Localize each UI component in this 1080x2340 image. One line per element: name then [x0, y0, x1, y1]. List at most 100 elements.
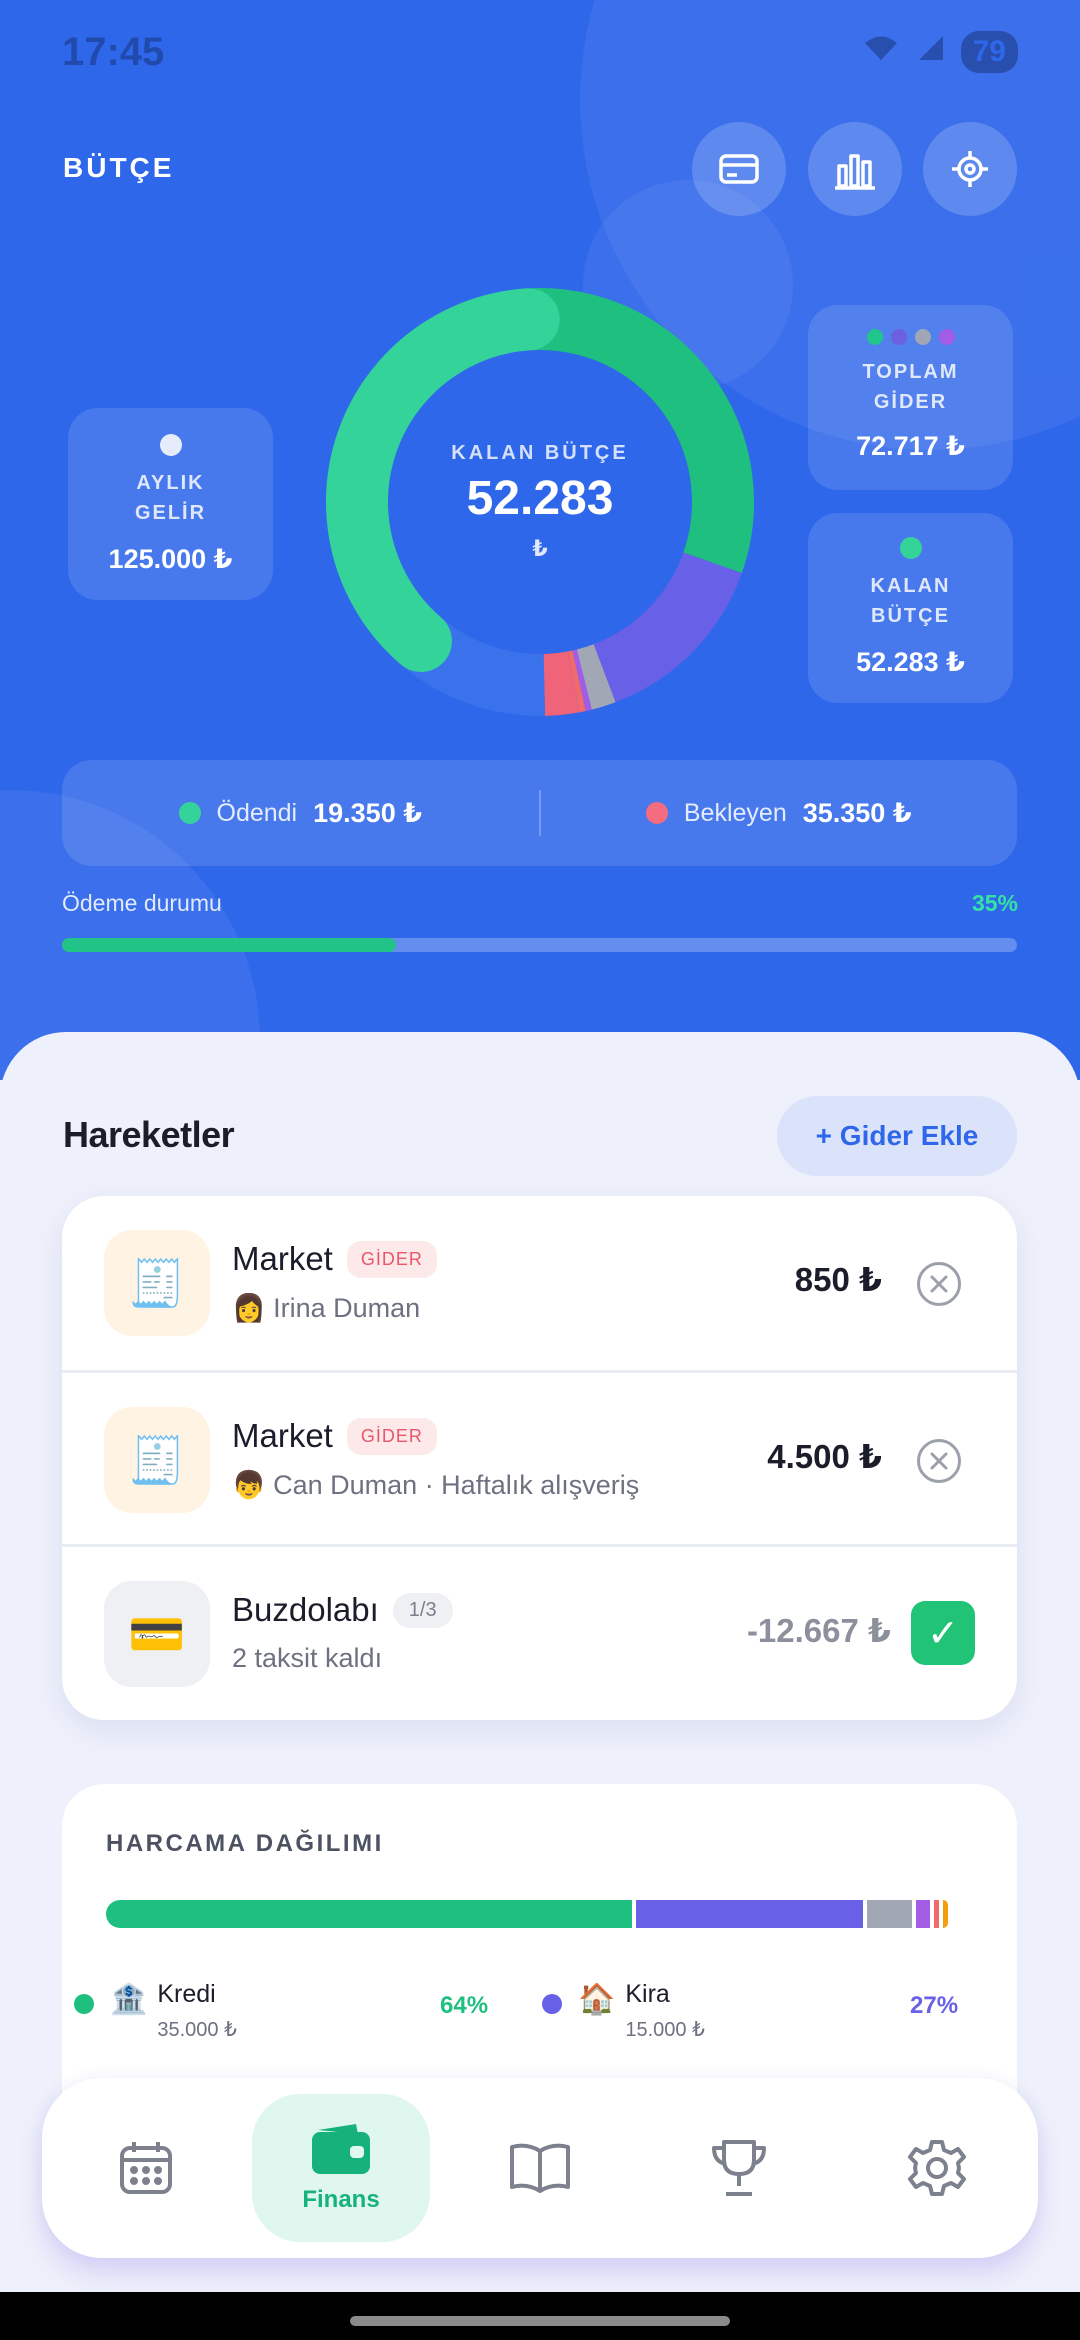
status-icons: 79	[863, 31, 1018, 73]
receipt-icon: 🧾	[104, 1407, 210, 1513]
gear-icon	[952, 151, 988, 187]
color-dot	[938, 329, 955, 345]
distribution-item: 🏦 Kredi 35.000 ₺ 64%	[74, 1980, 488, 2042]
status-bar: 17:45 79	[62, 24, 1018, 80]
distribution-segment	[933, 1900, 939, 1928]
transaction-row[interactable]: 🧾 Market GİDER 👩 Irina Duman 850 ₺	[62, 1196, 1017, 1370]
remove-transaction-button[interactable]	[917, 1439, 961, 1483]
transactions-title: Hareketler	[63, 1114, 235, 1155]
pending-summary: Bekleyen 35.350 ₺	[541, 798, 1018, 829]
income-dot	[159, 434, 182, 456]
remaining-label: KALAN BÜTÇE	[870, 575, 951, 627]
income-label: AYLIK GELİR	[134, 472, 207, 524]
income-card: AYLIK GELİR 125.000 ₺	[68, 408, 273, 600]
distribution-item: 🏠 Kira 15.000 ₺ 27%	[542, 1980, 958, 2042]
nav-finance[interactable]: Finans	[252, 2094, 430, 2242]
transaction-title: Market	[232, 1417, 333, 1454]
transaction-amount: 4.500 ₺	[767, 1438, 882, 1475]
app-title: BÜTÇE	[63, 152, 175, 183]
wallet-icon	[312, 2124, 370, 2174]
payment-progress-fill	[62, 938, 397, 952]
donut-center-label: KALAN BÜTÇE	[451, 442, 629, 464]
paid-dot	[178, 802, 201, 824]
nav-book[interactable]	[451, 2094, 629, 2242]
distribution-segment	[915, 1900, 930, 1928]
donut-center: KALAN BÜTÇE 52.283 ₺	[320, 282, 760, 722]
close-icon	[930, 1275, 948, 1293]
total-expense-card: TOPLAM GİDER 72.717 ₺	[808, 305, 1013, 490]
legend-dot	[74, 1994, 94, 2014]
home-indicator[interactable]	[350, 2316, 730, 2326]
transaction-row[interactable]: 💳 Buzdolabı 1/3 2 taksit kaldı -12.667 ₺…	[62, 1544, 1017, 1718]
paid-label: Ödendi	[216, 798, 298, 827]
cards-button[interactable]	[692, 122, 786, 216]
distribution-segment	[866, 1900, 912, 1928]
transaction-title: Market	[232, 1240, 333, 1277]
check-icon: ✓	[927, 1612, 959, 1655]
pending-amount: 35.350 ₺	[802, 797, 912, 828]
remaining-value: 52.283 ₺	[856, 647, 965, 677]
transaction-title-row: Buzdolabı 1/3	[232, 1591, 453, 1629]
distribution-segment	[636, 1900, 863, 1928]
distribution-bar	[106, 1900, 976, 1928]
wifi-icon	[863, 34, 899, 70]
transaction-amount: -12.667 ₺	[746, 1612, 891, 1649]
category-name: Kira	[625, 1980, 670, 2008]
donut-center-value: 52.283	[466, 472, 614, 525]
credit-card-icon: 💳	[104, 1581, 210, 1687]
color-dot	[914, 329, 931, 345]
category-percent: 64%	[440, 1992, 489, 2019]
nav-settings[interactable]	[848, 2094, 1026, 2242]
pending-dot	[645, 802, 668, 824]
distribution-segment	[106, 1900, 633, 1928]
expense-color-dots	[808, 329, 1013, 345]
category-amount: 15.000 ₺	[625, 2019, 705, 2041]
distribution-segment	[942, 1900, 949, 1928]
budget-header: 17:45 79 BÜTÇE AYLIK GELİR 125.000 ₺ KAL…	[0, 0, 1080, 1080]
remaining-dot	[899, 537, 922, 559]
payment-status-label: Ödeme durumu	[62, 890, 222, 916]
category-name: Kredi	[157, 1980, 216, 2008]
nav-trophy[interactable]	[650, 2094, 828, 2242]
transaction-amount: 850 ₺	[794, 1261, 882, 1298]
nav-calendar[interactable]	[57, 2094, 235, 2242]
bar-chart-icon	[835, 154, 875, 190]
bank-icon: 🏦	[110, 1983, 148, 2016]
paid-amount: 19.350 ₺	[313, 797, 422, 828]
color-dot	[866, 329, 883, 345]
distribution-title: HARCAMA DAĞILIMI	[106, 1830, 384, 1857]
status-time: 17:45	[62, 29, 165, 74]
remove-transaction-button[interactable]	[917, 1262, 961, 1306]
receipt-icon: 🧾	[104, 1230, 210, 1336]
card-icon	[719, 154, 759, 184]
category-percent: 27%	[910, 1992, 959, 2019]
total-expense-value: 72.717 ₺	[856, 431, 965, 461]
pending-label: Bekleyen	[683, 798, 787, 827]
payment-summary: Ödendi 19.350 ₺ Bekleyen 35.350 ₺	[62, 760, 1017, 866]
transaction-subtitle: 👩 Irina Duman	[232, 1293, 421, 1323]
payment-progress-bar	[62, 938, 1017, 952]
expense-tag: GİDER	[346, 1240, 437, 1278]
house-icon: 🏠	[578, 1983, 616, 2016]
installment-badge: 1/3	[392, 1592, 453, 1628]
gear-icon	[908, 2140, 966, 2196]
nav-finance-label: Finans	[302, 2186, 380, 2213]
close-icon	[930, 1452, 948, 1470]
transaction-title: Buzdolabı	[232, 1591, 379, 1628]
total-expense-label: TOPLAM GİDER	[862, 361, 959, 413]
add-expense-button[interactable]: + Gider Ekle	[777, 1096, 1017, 1176]
statistics-button[interactable]	[808, 122, 902, 216]
transaction-row[interactable]: 🧾 Market GİDER 👦 Can Duman · Haftalık al…	[62, 1370, 1017, 1544]
payment-status-percent: 35%	[971, 890, 1018, 916]
battery-indicator: 79	[960, 31, 1018, 73]
mark-paid-button[interactable]: ✓	[911, 1601, 975, 1665]
settings-button[interactable]	[923, 122, 1017, 216]
transactions-list: 🧾 Market GİDER 👩 Irina Duman 850 ₺ 🧾 Mar…	[62, 1196, 1017, 1720]
signal-icon	[915, 34, 945, 70]
category-amount: 35.000 ₺	[157, 2019, 237, 2041]
trophy-icon	[712, 2140, 766, 2196]
income-value: 125.000 ₺	[108, 544, 233, 574]
transaction-subtitle: 👦 Can Duman · Haftalık alışveriş	[232, 1470, 640, 1500]
color-dot	[890, 329, 907, 345]
book-icon	[510, 2143, 570, 2193]
